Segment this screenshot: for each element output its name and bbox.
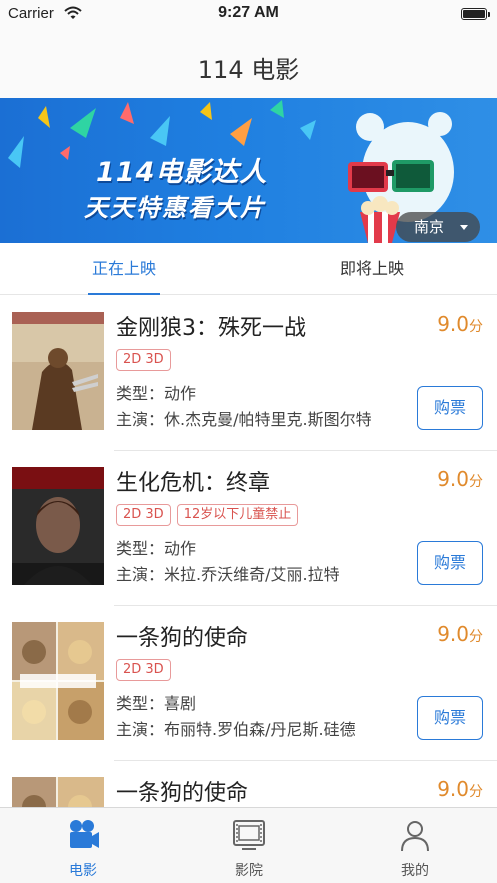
tab-label: 我的 [401, 863, 429, 879]
movie-item[interactable]: 一条狗的使命 9.0分 2D 3D 类型：喜剧 主演：布丽特.罗伯森/丹尼斯.硅… [0, 606, 497, 761]
movie-genre: 类型：动作 [116, 384, 197, 403]
movie-tags: 2D 3D [116, 658, 177, 682]
bottom-tab-bar: 电影 影院 我的 [0, 807, 497, 883]
banner-subline: 天天特惠看大片 [84, 194, 266, 222]
movie-title: 一条狗的使命 [116, 781, 249, 806]
tab-profile[interactable]: 我的 [332, 808, 497, 883]
battery-icon [461, 8, 490, 20]
score-value: 9.0 [437, 777, 469, 801]
movie-poster[interactable] [12, 312, 104, 430]
movie-title: 金刚狼3：殊死一战 [116, 316, 306, 341]
movie-tags: 2D 3D 12岁以下儿童禁止 [116, 503, 304, 527]
score-unit: 分 [469, 629, 483, 645]
promo-banner[interactable]: 114电影达人 天天特惠看大片 南京 [0, 98, 497, 243]
score-unit: 分 [469, 474, 483, 490]
format-badge: 2D 3D [116, 349, 171, 371]
buy-ticket-button[interactable]: 购票 [417, 696, 483, 740]
movie-score: 9.0分 [437, 622, 483, 646]
clock-time: 9:27 AM [218, 4, 279, 21]
age-rating-badge: 12岁以下儿童禁止 [176, 504, 299, 526]
tab-movies[interactable]: 电影 [0, 808, 166, 883]
buy-ticket-button[interactable]: 购票 [417, 386, 483, 430]
tab-label: 影院 [235, 863, 263, 879]
movie-poster[interactable] [12, 467, 104, 585]
movie-score: 9.0分 [437, 467, 483, 491]
movie-list: 金刚狼3：殊死一战 9.0分 2D 3D 类型：动作 主演：休.杰克曼/帕特里克… [0, 296, 497, 807]
movie-item[interactable]: 金刚狼3：殊死一战 9.0分 2D 3D 类型：动作 主演：休.杰克曼/帕特里克… [0, 296, 497, 451]
movie-item[interactable]: 一条狗的使命 9.0分 [0, 761, 497, 807]
movie-tags: 2D 3D [116, 348, 177, 372]
movie-score: 9.0分 [437, 777, 483, 801]
movie-title: 一条狗的使命 [116, 626, 249, 651]
movie-tabs: 正在上映 即将上映 [0, 243, 497, 295]
tab-coming-soon[interactable]: 即将上映 [248, 243, 496, 295]
tab-label: 电影 [69, 863, 97, 879]
movie-title: 生化危机：终章 [116, 471, 271, 496]
nav-bar: 114 电影 [0, 30, 497, 98]
movie-cast: 主演：布丽特.罗伯森/丹尼斯.硅德 [116, 720, 356, 739]
city-selector[interactable]: 南京 [396, 212, 480, 242]
score-value: 9.0 [437, 467, 469, 491]
status-bar: Carrier 9:27 AM [0, 0, 497, 30]
movie-genre: 类型：动作 [116, 539, 197, 558]
movie-score: 9.0分 [437, 312, 483, 336]
city-label: 南京 [414, 218, 445, 236]
movie-cast: 主演：米拉.乔沃维奇/艾丽.拉特 [116, 565, 340, 584]
format-badge: 2D 3D [116, 659, 171, 681]
buy-ticket-button[interactable]: 购票 [417, 541, 483, 585]
film-camera-icon [70, 820, 99, 848]
score-unit: 分 [469, 319, 483, 335]
tab-now-showing[interactable]: 正在上映 [0, 243, 248, 295]
format-badge: 2D 3D [116, 504, 171, 526]
movie-genre: 类型：喜剧 [116, 694, 197, 713]
user-icon [401, 821, 429, 852]
caret-down-icon [460, 225, 468, 230]
movie-poster[interactable] [12, 622, 104, 740]
movie-cast: 主演：休.杰克曼/帕特里克.斯图尔特 [116, 410, 372, 429]
score-unit: 分 [469, 784, 483, 800]
movie-poster[interactable] [12, 777, 104, 807]
score-value: 9.0 [437, 622, 469, 646]
movie-item[interactable]: 生化危机：终章 9.0分 2D 3D 12岁以下儿童禁止 类型：动作 主演：米拉.… [0, 451, 497, 606]
score-value: 9.0 [437, 312, 469, 336]
banner-headline: 114电影达人 [96, 157, 268, 188]
cinema-screen-icon [233, 820, 265, 850]
page-title: 114 电影 [197, 56, 300, 84]
tab-cinemas[interactable]: 影院 [166, 808, 332, 883]
